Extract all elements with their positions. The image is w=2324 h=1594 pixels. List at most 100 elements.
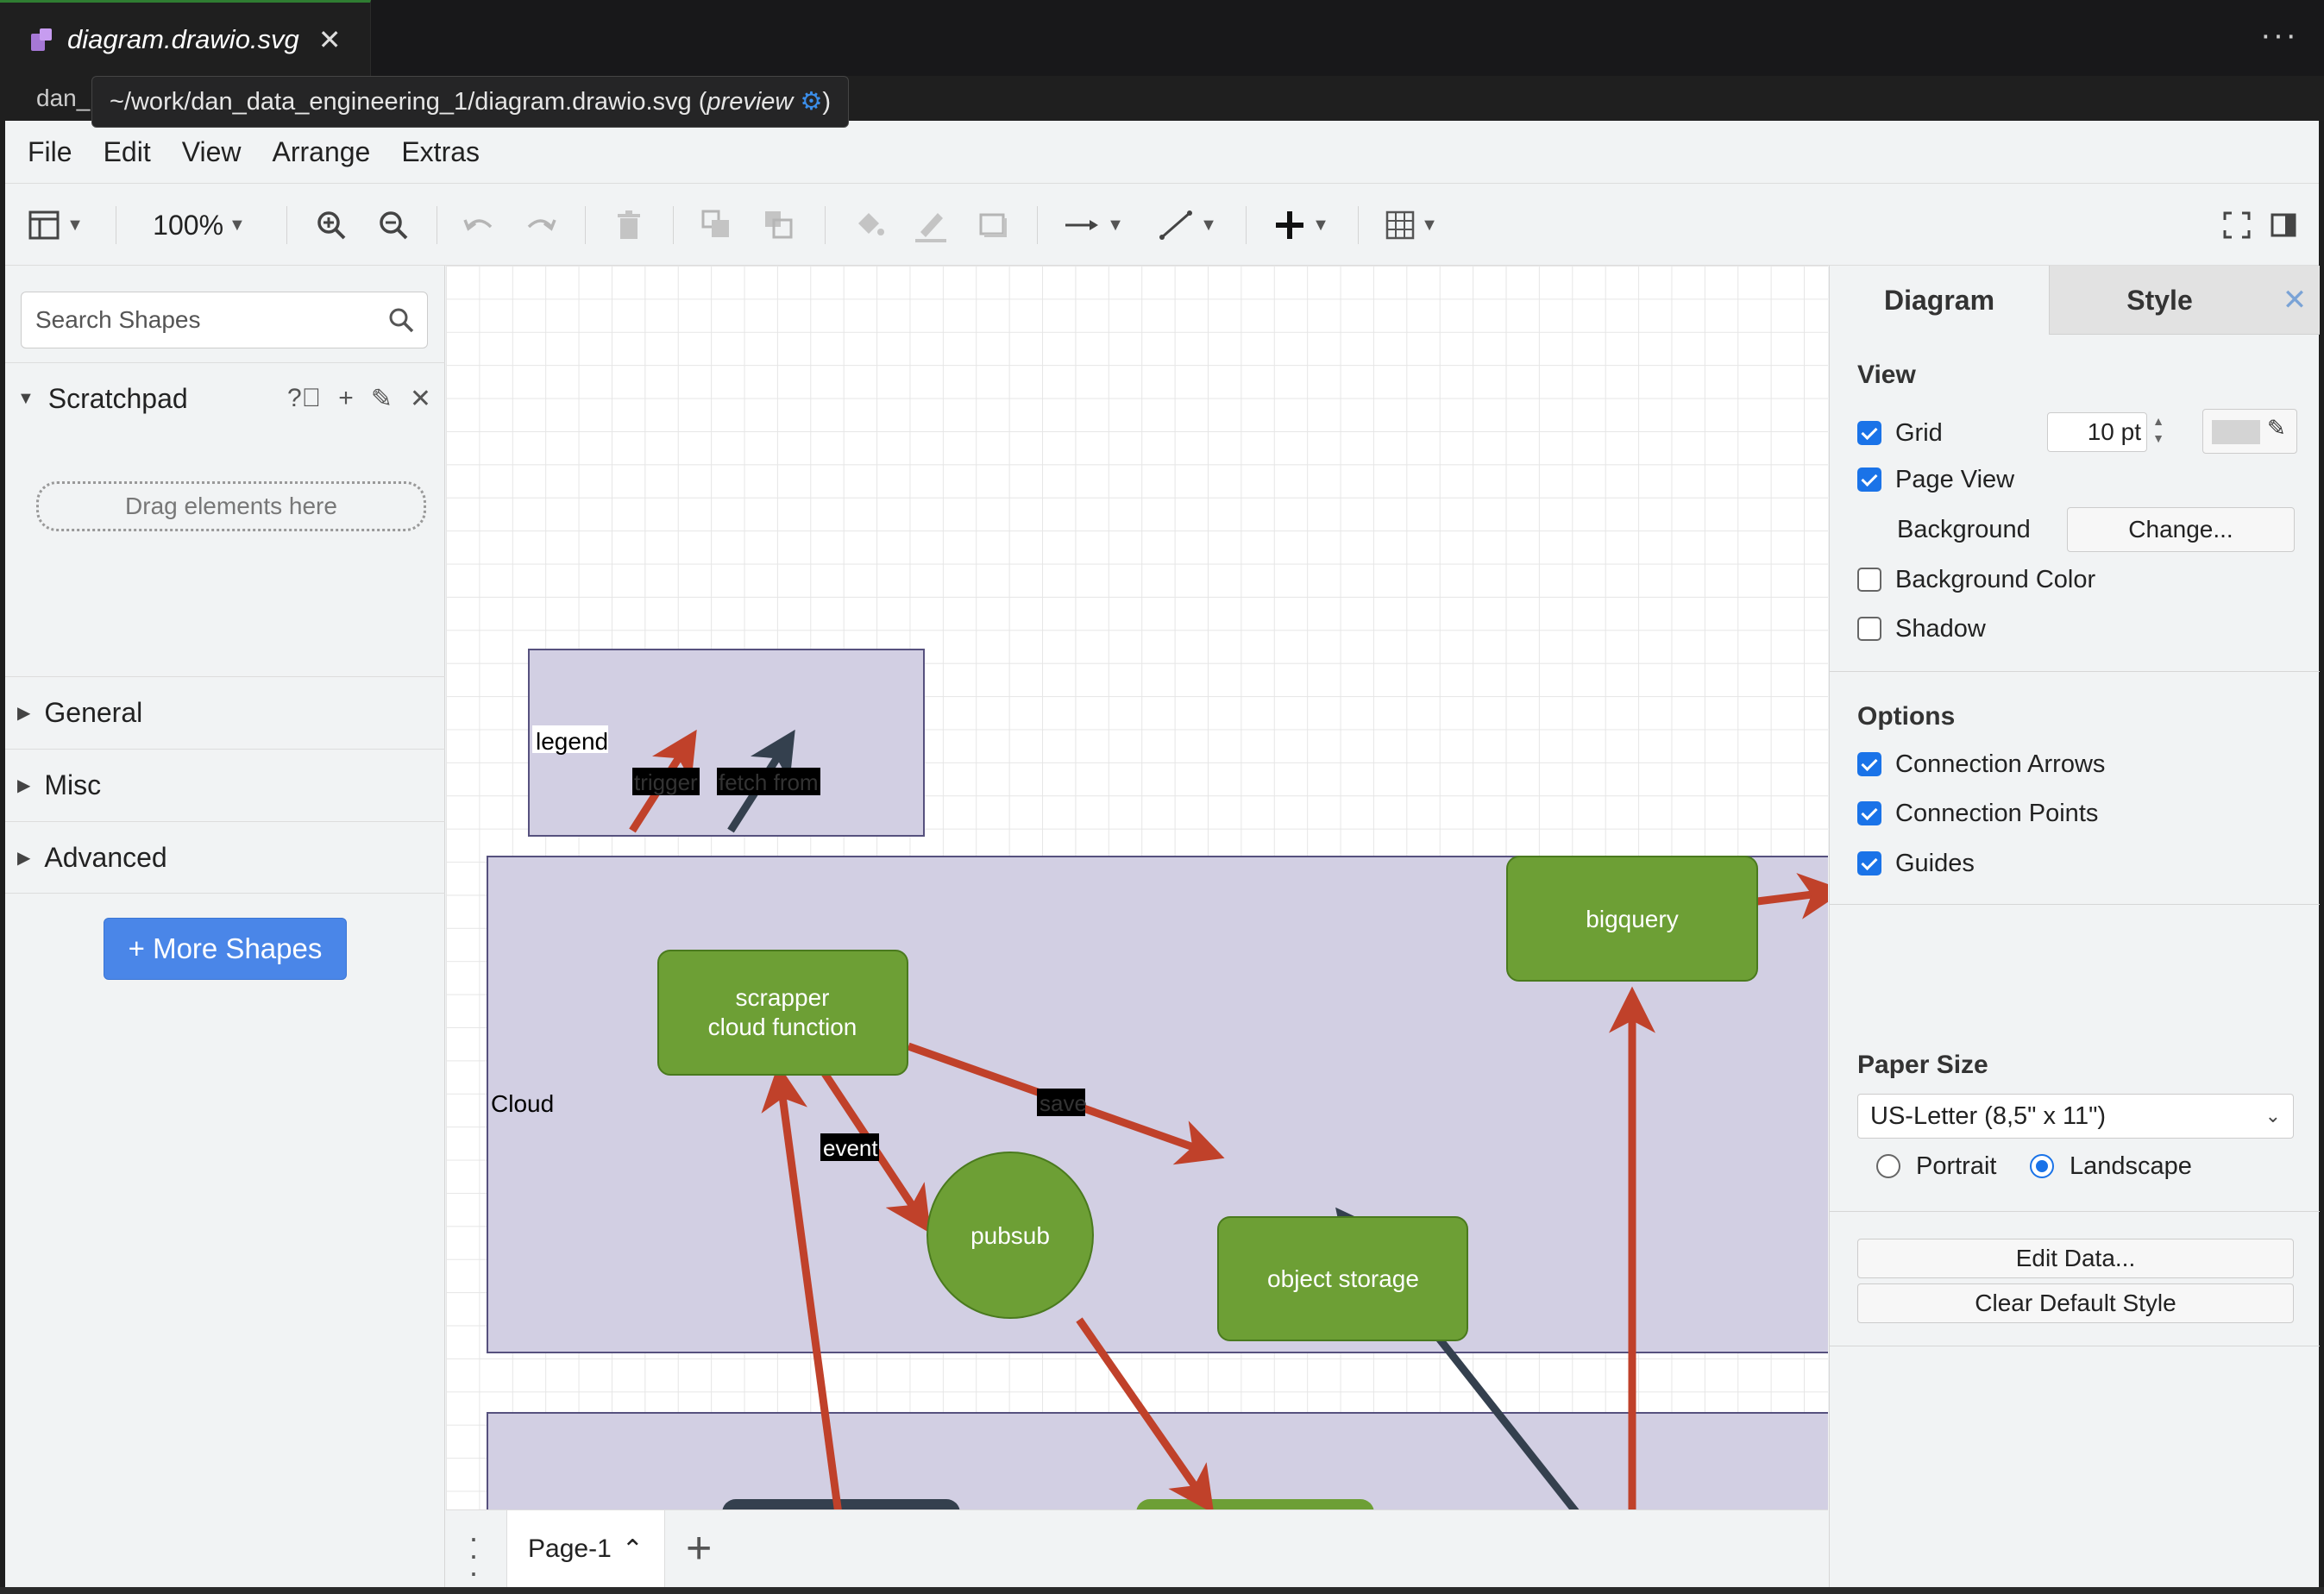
page-view-row[interactable]: Page View	[1857, 462, 2014, 497]
paper-size-select[interactable]: US-Letter (8,5" x 11") ⌄	[1857, 1094, 2294, 1139]
close-icon[interactable]: ✕	[410, 384, 431, 414]
search-icon[interactable]	[387, 306, 415, 334]
drawio-app: File Edit View Arrange Extras ▼ 100% ▼ ▼…	[5, 121, 2320, 1588]
help-icon[interactable]: ?⃝	[287, 384, 321, 414]
chevron-down-icon: ▼	[1312, 215, 1329, 235]
change-background-button[interactable]: Change...	[2067, 507, 2295, 552]
connection-points-checkbox[interactable]	[1857, 801, 1881, 825]
menu-file[interactable]: File	[28, 136, 72, 168]
clear-default-style-button[interactable]: Clear Default Style	[1857, 1283, 2294, 1323]
connection-style-dropdown[interactable]: ▼	[1054, 184, 1134, 267]
page-tab-current[interactable]: Page-1 ⌃	[506, 1510, 665, 1588]
section-advanced[interactable]: ▶ Advanced	[5, 821, 445, 894]
table-dropdown[interactable]: ▼	[1373, 184, 1449, 267]
add-icon[interactable]: +	[338, 384, 354, 414]
guides-checkbox[interactable]	[1857, 851, 1881, 875]
line-color-button[interactable]	[904, 184, 958, 267]
fullscreen-button[interactable]	[2214, 184, 2260, 267]
zoom-in-icon	[317, 211, 346, 240]
undo-button[interactable]	[452, 184, 506, 267]
shadow-checkbox[interactable]	[1857, 617, 1881, 641]
menu-view[interactable]: View	[182, 136, 242, 168]
close-panel-icon[interactable]: ✕	[2270, 266, 2320, 335]
grid-checkbox[interactable]	[1857, 421, 1881, 445]
tab-diagram[interactable]: Diagram	[1830, 266, 2049, 335]
connection-arrows-row[interactable]: Connection Arrows	[1857, 747, 2105, 781]
guides-row[interactable]: Guides	[1857, 846, 1975, 881]
table-icon	[1385, 210, 1415, 240]
delete-button[interactable]	[602, 184, 656, 267]
edit-data-button[interactable]: Edit Data...	[1857, 1239, 2294, 1278]
chevron-down-icon: ▼	[229, 215, 246, 235]
paper-size-heading: Paper Size	[1857, 1051, 1988, 1079]
portrait-option[interactable]: Portrait	[1876, 1149, 1996, 1183]
format-panel-toggle[interactable]: ▼	[12, 184, 98, 267]
toolbar-divider	[585, 206, 586, 244]
chevron-down-icon: ▼	[1421, 215, 1438, 235]
grid-label: Grid	[1895, 418, 1943, 447]
panel-right-icon	[2271, 213, 2296, 237]
portrait-radio[interactable]	[1876, 1154, 1900, 1178]
close-tab-icon[interactable]: ✕	[318, 23, 342, 56]
shadow-label: Shadow	[1895, 614, 1986, 643]
grid-checkbox-row[interactable]: Grid	[1857, 416, 1943, 450]
pages-menu-icon[interactable]: · · ·	[468, 1522, 479, 1588]
view-heading: View	[1857, 361, 1916, 389]
tab-style[interactable]: Style	[2049, 266, 2270, 335]
background-color-checkbox[interactable]	[1857, 568, 1881, 592]
landscape-option[interactable]: Landscape	[2030, 1149, 2192, 1183]
tooltip-path: ~/work/dan_data_engineering_1/diagram.dr…	[110, 88, 707, 116]
menu-extras[interactable]: Extras	[401, 136, 480, 168]
page-tab-label: Page-1	[528, 1534, 612, 1563]
to-front-button[interactable]	[690, 184, 744, 267]
shadow-row[interactable]: Shadow	[1857, 612, 1986, 646]
format-panel: Diagram Style ✕ View Grid 10 pt ▲ ▼ ✎ Pag…	[1829, 266, 2320, 1587]
search-shapes-input[interactable]: Search Shapes	[21, 292, 428, 348]
toolbar-divider	[825, 206, 826, 244]
edit-icon[interactable]: ✎	[371, 384, 393, 414]
scrapper-label-line1: scrapper	[736, 984, 830, 1011]
background-color-row[interactable]: Background Color	[1857, 562, 2095, 597]
chevron-down-icon: ▼	[1107, 215, 1124, 235]
chevron-down-icon: ▼	[1200, 215, 1217, 235]
menu-arrange[interactable]: Arrange	[272, 136, 370, 168]
zoom-out-button[interactable]	[366, 184, 421, 267]
connection-arrows-checkbox[interactable]	[1857, 752, 1881, 776]
editor-tab[interactable]: diagram.drawio.svg ✕	[0, 0, 371, 76]
menu-edit[interactable]: Edit	[104, 136, 151, 168]
redo-button[interactable]	[514, 184, 568, 267]
waypoints-dropdown[interactable]: ▼	[1147, 184, 1227, 267]
connection-points-row[interactable]: Connection Points	[1857, 796, 2098, 831]
scrapper-node[interactable]	[657, 950, 908, 1076]
section-misc[interactable]: ▶ Misc	[5, 749, 445, 821]
scratchpad-header[interactable]: ▼ Scratchpad ?⃝ + ✎ ✕	[5, 362, 445, 435]
zoom-in-button[interactable]	[304, 184, 359, 267]
fill-color-button[interactable]	[842, 184, 895, 267]
toolbar-divider	[1246, 206, 1247, 244]
scrapper-label-line2: cloud function	[708, 1014, 857, 1040]
grid-size-stepper[interactable]: ▲ ▼	[2149, 412, 2168, 452]
insert-dropdown[interactable]: ▼	[1263, 184, 1339, 267]
zoom-dropdown[interactable]: 100% ▼	[135, 184, 264, 267]
diagram-svg: legend trigger fetch from Cloud scrapper…	[487, 649, 1828, 1518]
scratchpad-dropzone[interactable]: Drag elements here	[36, 481, 426, 531]
section-general[interactable]: ▶ General	[5, 676, 445, 749]
landscape-radio[interactable]	[2030, 1154, 2054, 1178]
shadow-button[interactable]	[966, 184, 1020, 267]
zoom-level: 100%	[153, 209, 224, 241]
toolbar-divider	[1037, 206, 1038, 244]
more-shapes-button[interactable]: + More Shapes	[104, 918, 347, 980]
grid-color-button[interactable]: ✎	[2202, 409, 2297, 454]
add-page-button[interactable]: +	[686, 1522, 712, 1574]
trash-icon	[618, 210, 640, 239]
panel-divider	[1830, 904, 2320, 905]
grid-size-input[interactable]: 10 pt	[2047, 412, 2147, 452]
page-view-checkbox[interactable]	[1857, 468, 1881, 492]
diagram-canvas[interactable]: legend trigger fetch from Cloud scrapper…	[446, 266, 1828, 1518]
to-back-button[interactable]	[752, 184, 806, 267]
more-actions-icon[interactable]: ···	[2260, 17, 2298, 54]
tooltip-end: )	[822, 88, 832, 116]
fullscreen-icon	[2223, 211, 2251, 239]
chevron-up-icon[interactable]: ⌃	[622, 1534, 644, 1565]
toggle-format-panel-button[interactable]	[2260, 184, 2307, 267]
